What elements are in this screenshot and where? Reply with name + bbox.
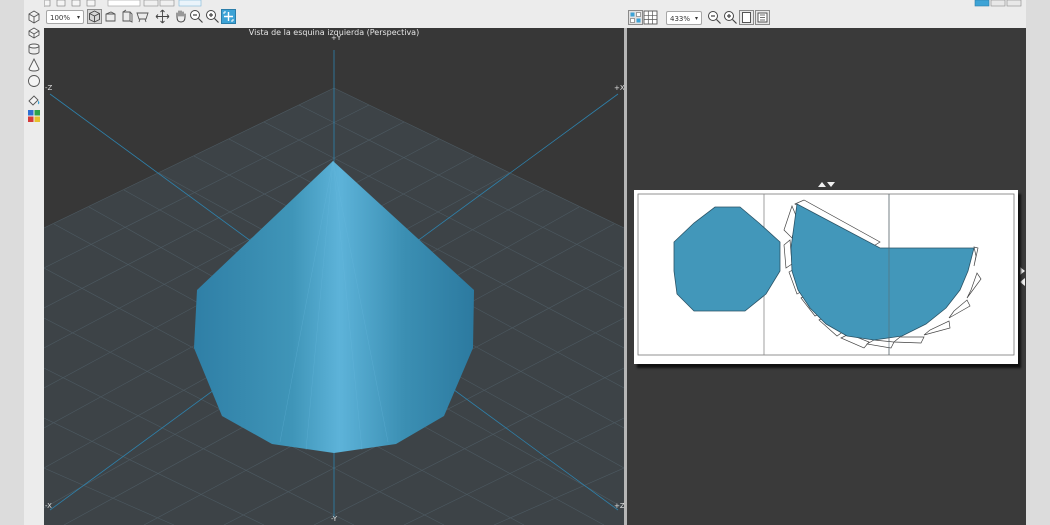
top-view-icon[interactable] xyxy=(135,9,150,24)
grid-view-icon[interactable] xyxy=(643,10,658,25)
page-right-arrow-icon xyxy=(1020,267,1025,275)
zoom-2d-value: 433% xyxy=(670,15,691,23)
hand-pan-icon[interactable] xyxy=(173,9,188,24)
chevron-down-icon: ▾ xyxy=(694,15,698,22)
axis-label-pos-x: +X xyxy=(614,84,624,92)
zoom-3d-select[interactable]: 100% ▾ xyxy=(46,10,84,24)
primitive-toolbar xyxy=(24,0,45,525)
window-margin-left xyxy=(0,0,24,525)
zoom-in-2d-icon[interactable] xyxy=(723,10,738,25)
viewport-3d[interactable]: Vista de la esquina izquierda (Perspecti… xyxy=(44,28,624,525)
zoom-3d-value: 100% xyxy=(50,14,71,22)
fit-all-icon[interactable] xyxy=(755,10,770,25)
page-down-arrow-icon xyxy=(827,182,835,187)
unfold-pattern xyxy=(637,193,1015,356)
zoom-in-icon[interactable] xyxy=(205,9,220,24)
front-view-icon[interactable] xyxy=(103,9,118,24)
paint-bucket-icon[interactable] xyxy=(27,93,41,107)
fit-view-icon[interactable] xyxy=(221,9,236,24)
zoom-out-2d-icon[interactable] xyxy=(707,10,722,25)
cone-lateral-piece[interactable] xyxy=(790,203,975,341)
axis-label-pos-y: +Y xyxy=(331,34,342,42)
page-nav-arrows-top[interactable] xyxy=(814,181,838,189)
cylinder-icon[interactable] xyxy=(27,42,41,56)
axis-label-neg-z: -Z xyxy=(45,84,53,92)
page-nav-arrows-side[interactable] xyxy=(1018,264,1026,288)
fit-page-icon[interactable] xyxy=(739,10,754,25)
viewport-3d-scene xyxy=(44,50,624,525)
zoom-out-icon[interactable] xyxy=(189,9,204,24)
side-view-icon[interactable] xyxy=(119,9,134,24)
perspective-cube-icon[interactable] xyxy=(87,9,102,24)
prism-icon[interactable] xyxy=(27,26,41,40)
axis-label-neg-y: -Y xyxy=(331,515,337,523)
page-up-arrow-icon xyxy=(818,182,826,187)
unfold-paper-sheet[interactable] xyxy=(634,190,1018,364)
cone-icon[interactable] xyxy=(27,58,41,72)
sphere-icon[interactable] xyxy=(27,74,41,88)
move-icon[interactable] xyxy=(155,9,170,24)
layout-pieces-icon[interactable] xyxy=(628,10,643,25)
palette-icon[interactable] xyxy=(27,109,41,123)
chevron-down-icon: ▾ xyxy=(76,14,80,21)
top-toolbar-partial xyxy=(26,0,202,7)
zoom-2d-select[interactable]: 433% ▾ xyxy=(666,11,702,25)
top-right-view-buttons[interactable] xyxy=(972,0,1026,7)
axis-label-pos-z: +Z xyxy=(614,502,624,510)
axis-label-neg-x: -X xyxy=(45,502,52,510)
page-left-arrow-icon xyxy=(1020,278,1025,286)
cube-icon[interactable] xyxy=(27,10,41,24)
window-margin-right xyxy=(1026,0,1050,525)
